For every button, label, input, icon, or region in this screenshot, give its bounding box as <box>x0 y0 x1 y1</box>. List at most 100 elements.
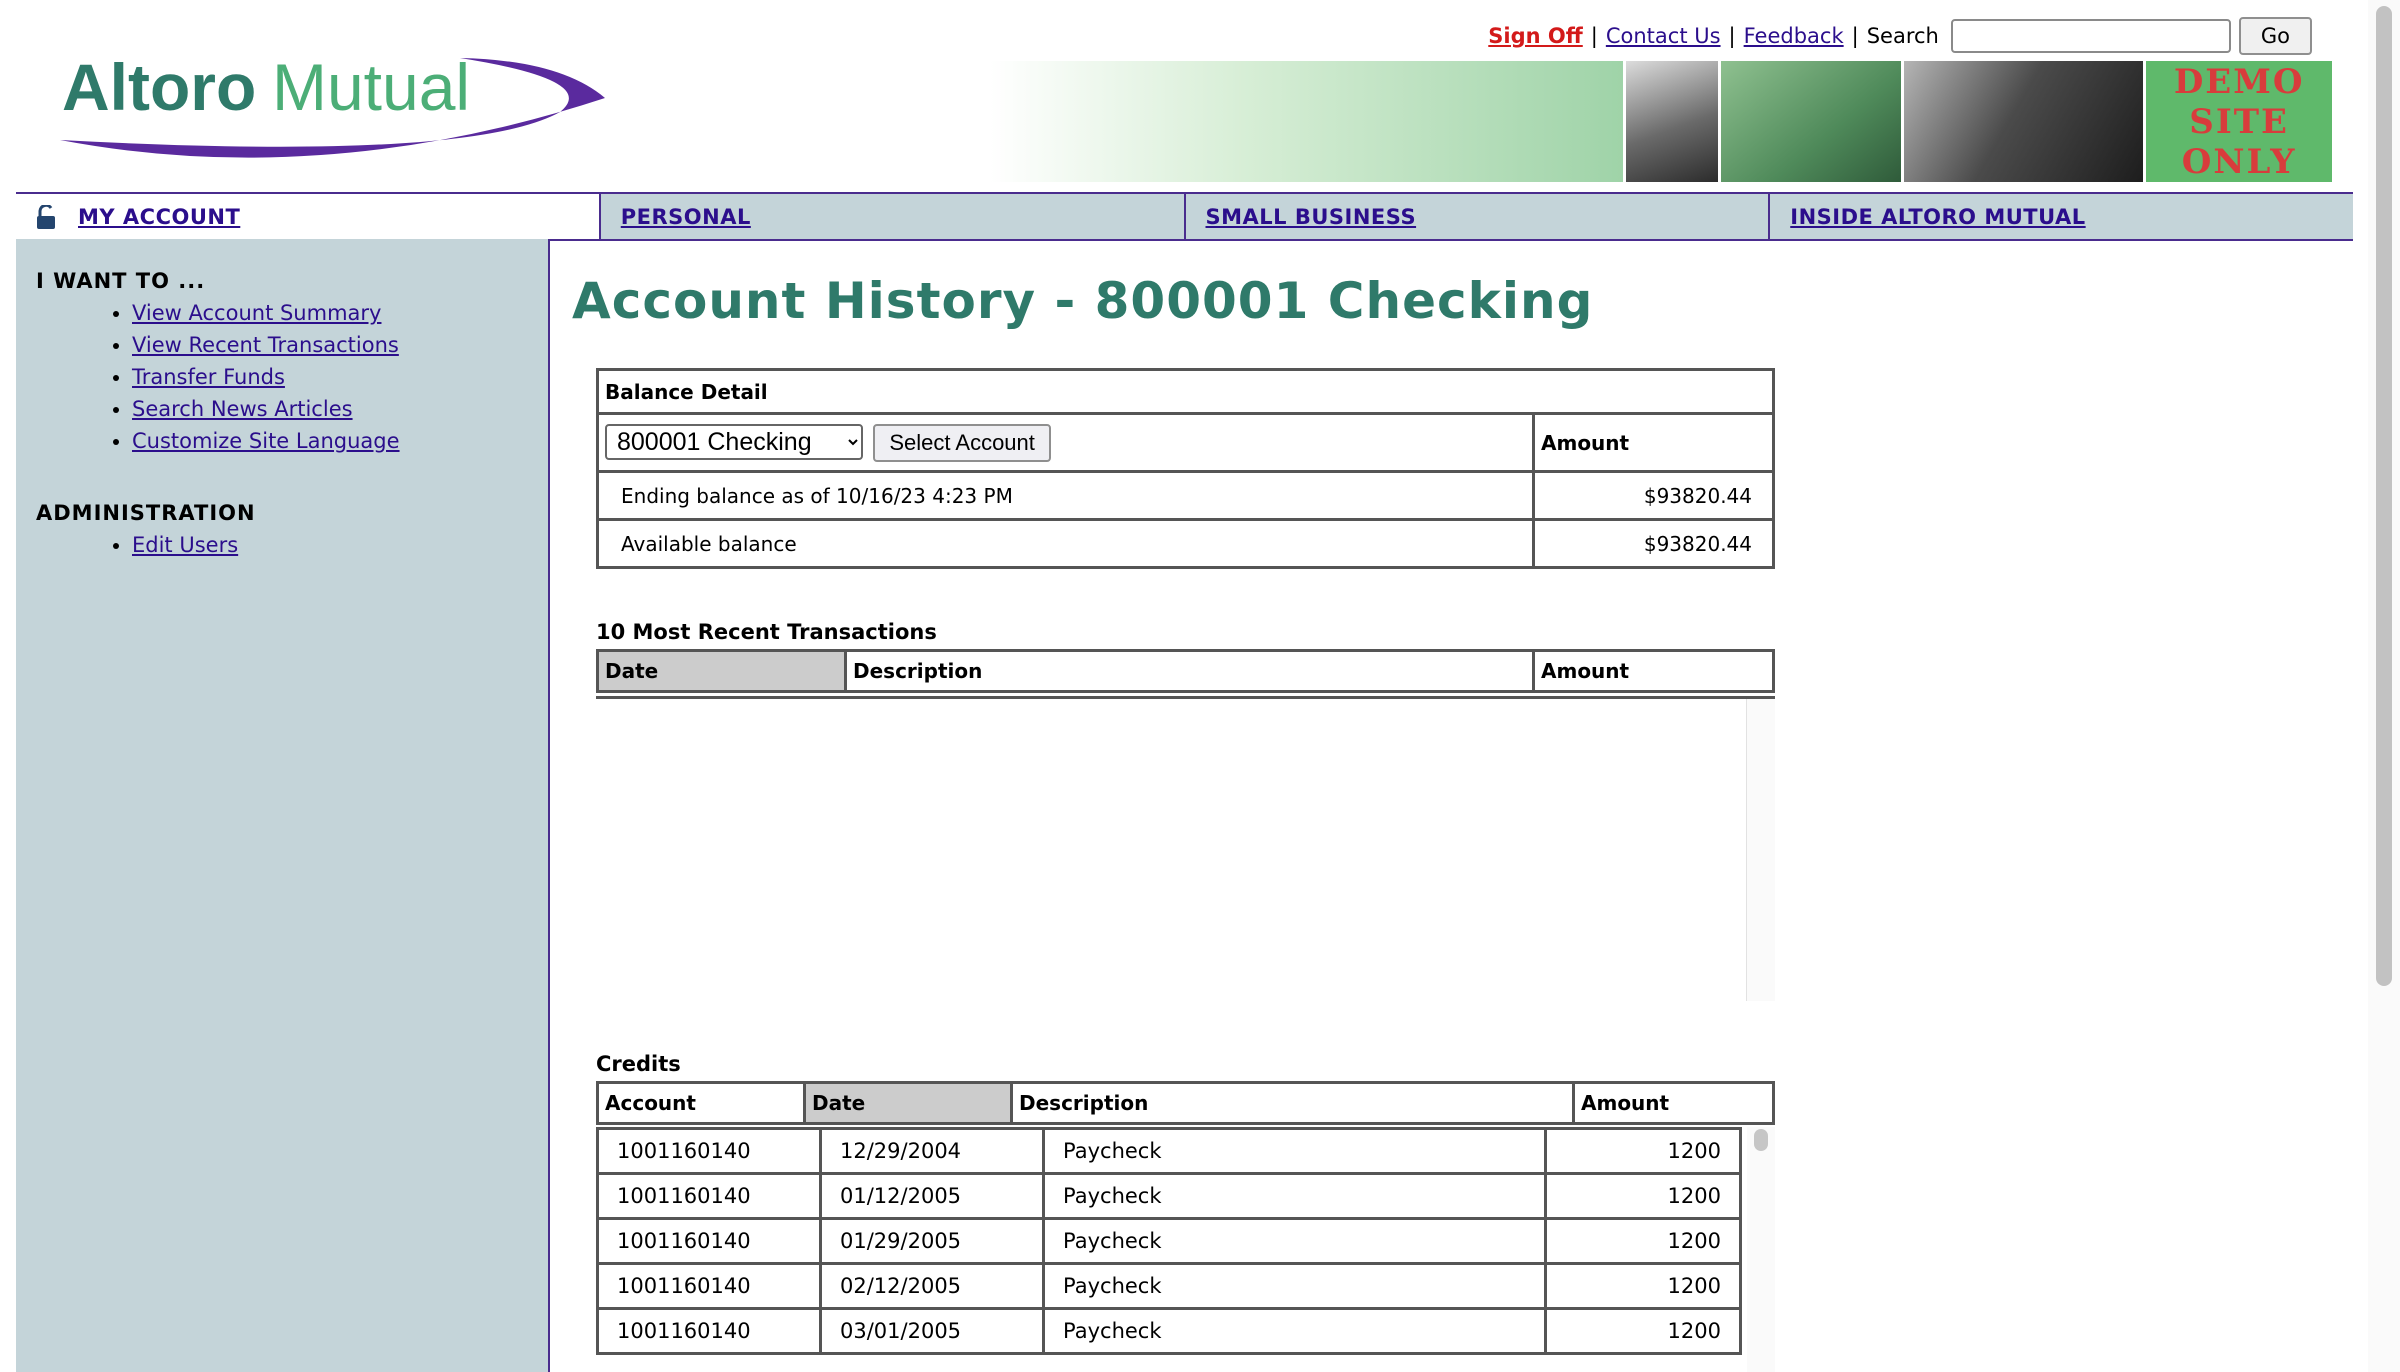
nav-personal[interactable]: PERSONAL <box>598 194 1184 239</box>
sign-off-link[interactable]: Sign Off <box>1488 24 1582 48</box>
credits-body: 1001160140 12/29/2004 Paycheck 1200 1001… <box>596 1127 1775 1372</box>
unlock-icon <box>37 204 55 229</box>
credits-rows-table: 1001160140 12/29/2004 Paycheck 1200 1001… <box>596 1127 1742 1355</box>
credits-col-date[interactable]: Date <box>803 1081 1013 1125</box>
sidebar: I WANT TO ... View Account Summary View … <box>16 239 550 1372</box>
table-row: 1001160140 12/29/2004 Paycheck 1200 <box>596 1127 1742 1175</box>
sidebar-item-customize-language: Customize Site Language <box>132 425 400 457</box>
credit-date: 02/12/2005 <box>819 1262 1045 1310</box>
credit-date: 03/01/2005 <box>819 1307 1045 1355</box>
go-button[interactable]: Go <box>2238 17 2312 55</box>
credit-account: 1001160140 <box>596 1217 822 1265</box>
table-row: 1001160140 03/01/2005 Paycheck 1200 <box>596 1307 1742 1355</box>
recent-transactions-header: Date Description Amount <box>596 649 1775 693</box>
svg-text:Mutual: Mutual <box>272 50 470 124</box>
nav-small-business-link[interactable]: SMALL BUSINESS <box>1206 205 1417 229</box>
altoro-mutual-logo[interactable]: Altoro Mutual <box>40 40 610 165</box>
sidebar-item-transfer-funds: Transfer Funds <box>132 361 400 393</box>
recent-col-date[interactable]: Date <box>596 649 847 693</box>
table-row: 1001160140 01/29/2005 Paycheck 1200 <box>596 1217 1742 1265</box>
page-scrollbar[interactable] <box>2368 0 2400 1372</box>
account-select[interactable]: 800001 Checking <box>605 423 863 460</box>
balance-detail-table: Balance Detail 800001 Checking Select Ac… <box>596 368 1775 569</box>
credit-amount: 1200 <box>1544 1217 1742 1265</box>
recent-transactions-body <box>596 696 1775 1001</box>
banner-gradient <box>990 61 1624 182</box>
ending-balance-value: $93820.44 <box>1532 470 1775 521</box>
recent-transactions-title: 10 Most Recent Transactions <box>596 620 937 644</box>
header-banner: DEMO SITE ONLY <box>990 61 2332 182</box>
page-title: Account History - 800001 Checking <box>572 272 1594 330</box>
logo-graphic: Altoro Mutual <box>60 50 605 158</box>
table-row: 1001160140 01/12/2005 Paycheck 1200 <box>596 1172 1742 1220</box>
transfer-funds-link[interactable]: Transfer Funds <box>132 365 285 389</box>
credit-description: Paycheck <box>1042 1172 1547 1220</box>
admin-menu: Edit Users <box>16 529 238 561</box>
recent-col-description[interactable]: Description <box>844 649 1535 693</box>
credits-scroll-thumb[interactable] <box>1754 1129 1768 1151</box>
link-separator: | <box>1728 24 1736 48</box>
svg-text:Altoro: Altoro <box>62 50 256 124</box>
credit-account: 1001160140 <box>596 1127 822 1175</box>
ending-balance-label: Ending balance as of 10/16/23 4:23 PM <box>596 470 1535 521</box>
link-separator: | <box>1590 24 1598 48</box>
credit-account: 1001160140 <box>596 1307 822 1355</box>
account-select-cell: 800001 Checking Select Account <box>596 412 1535 473</box>
credits-col-description[interactable]: Description <box>1010 1081 1575 1125</box>
nav-inside-altoro-link[interactable]: INSIDE ALTORO MUTUAL <box>1790 205 2085 229</box>
contact-us-link[interactable]: Contact Us <box>1606 24 1721 48</box>
credits-col-account[interactable]: Account <box>596 1081 806 1125</box>
feedback-link[interactable]: Feedback <box>1744 24 1844 48</box>
top-links-bar: Sign Off | Contact Us | Feedback | Searc… <box>1488 14 2312 58</box>
search-label: Search <box>1866 24 1939 48</box>
amount-header: Amount <box>1532 412 1775 473</box>
credits-header: Account Date Description Amount <box>596 1081 1775 1125</box>
credit-account: 1001160140 <box>596 1172 822 1220</box>
sidebar-item-view-recent-transactions: View Recent Transactions <box>132 329 400 361</box>
credit-description: Paycheck <box>1042 1307 1547 1355</box>
credit-amount: 1200 <box>1544 1307 1742 1355</box>
view-recent-transactions-link[interactable]: View Recent Transactions <box>132 333 399 357</box>
credit-description: Paycheck <box>1042 1217 1547 1265</box>
nav-small-business[interactable]: SMALL BUSINESS <box>1183 194 1769 239</box>
recent-col-amount[interactable]: Amount <box>1532 649 1775 693</box>
sidebar-item-search-news: Search News Articles <box>132 393 400 425</box>
link-separator: | <box>1851 24 1859 48</box>
customize-site-language-link[interactable]: Customize Site Language <box>132 429 400 453</box>
available-balance-value: $93820.44 <box>1532 518 1775 569</box>
credit-amount: 1200 <box>1544 1262 1742 1310</box>
edit-users-link[interactable]: Edit Users <box>132 533 238 557</box>
credit-date: 01/12/2005 <box>819 1172 1045 1220</box>
search-news-articles-link[interactable]: Search News Articles <box>132 397 353 421</box>
credit-description: Paycheck <box>1042 1262 1547 1310</box>
available-balance-label: Available balance <box>596 518 1535 569</box>
admin-heading: ADMINISTRATION <box>36 501 256 525</box>
view-account-summary-link[interactable]: View Account Summary <box>132 301 381 325</box>
nav-my-account[interactable]: MY ACCOUNT <box>16 194 599 239</box>
nav-my-account-link[interactable]: MY ACCOUNT <box>78 205 240 229</box>
banner-photo-woman <box>1623 61 1718 182</box>
credit-description: Paycheck <box>1042 1127 1547 1175</box>
search-input[interactable] <box>1950 19 2231 53</box>
select-account-button[interactable]: Select Account <box>873 423 1051 462</box>
credit-amount: 1200 <box>1544 1127 1742 1175</box>
demo-site-stamp: DEMO SITE ONLY <box>2143 61 2332 182</box>
balance-detail-heading: Balance Detail <box>596 368 1775 415</box>
credit-date: 01/29/2005 <box>819 1217 1045 1265</box>
credit-amount: 1200 <box>1544 1172 1742 1220</box>
recent-transactions-scrollbar[interactable] <box>1746 699 1775 1001</box>
main-nav: MY ACCOUNT PERSONAL SMALL BUSINESS INSID… <box>16 192 2353 241</box>
credit-account: 1001160140 <box>596 1262 822 1310</box>
page-scroll-thumb[interactable] <box>2376 6 2392 986</box>
sidebar-heading: I WANT TO ... <box>36 269 206 293</box>
nav-personal-link[interactable]: PERSONAL <box>621 205 751 229</box>
credits-scrollbar[interactable] <box>1747 1127 1775 1372</box>
nav-inside-altoro[interactable]: INSIDE ALTORO MUTUAL <box>1768 194 2353 239</box>
credits-col-amount[interactable]: Amount <box>1572 1081 1775 1125</box>
sidebar-item-edit-users: Edit Users <box>132 529 238 561</box>
sidebar-item-view-account-summary: View Account Summary <box>132 297 400 329</box>
banner-photo-keyboard <box>1717 61 1901 182</box>
banner-photo-meeting <box>1900 61 2144 182</box>
table-row: 1001160140 02/12/2005 Paycheck 1200 <box>596 1262 1742 1310</box>
credit-date: 12/29/2004 <box>819 1127 1045 1175</box>
